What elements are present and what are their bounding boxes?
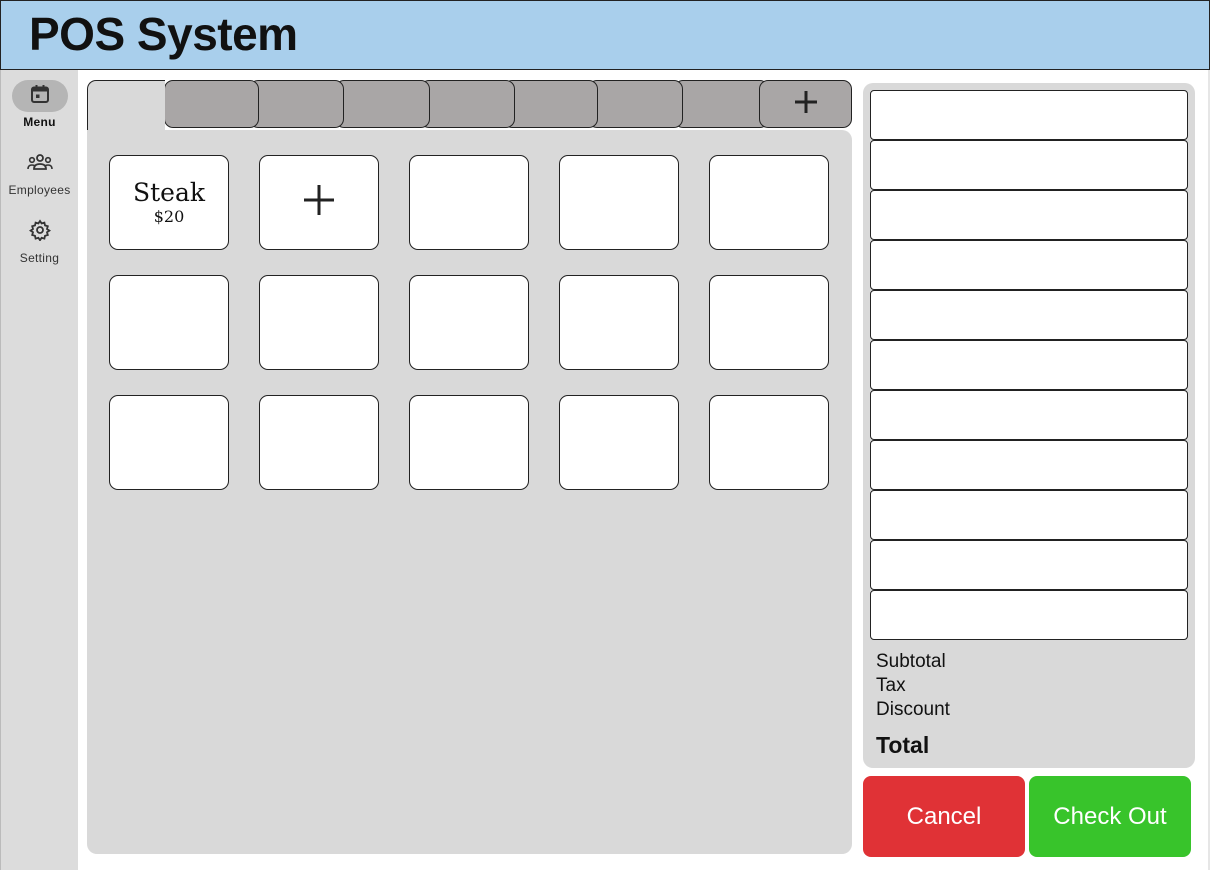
menu-item-slot[interactable] bbox=[109, 395, 229, 490]
menu-item-slot[interactable] bbox=[259, 395, 379, 490]
sidebar: Menu Employees Setting bbox=[0, 70, 78, 870]
tax-label: Tax bbox=[876, 675, 906, 696]
category-tab[interactable] bbox=[503, 80, 598, 128]
menu-item-slot[interactable] bbox=[259, 275, 379, 370]
category-tab[interactable] bbox=[674, 80, 769, 128]
app-title: POS System bbox=[29, 8, 298, 60]
menu-item-slot[interactable] bbox=[559, 155, 679, 250]
menu-item-slot[interactable] bbox=[709, 395, 829, 490]
menu-item-slot[interactable] bbox=[409, 395, 529, 490]
category-tab[interactable] bbox=[249, 80, 344, 128]
add-menu-item-button[interactable] bbox=[259, 155, 379, 250]
subtotal-label: Subtotal bbox=[876, 651, 946, 672]
menu-item-slot[interactable] bbox=[709, 155, 829, 250]
menu-item-slot[interactable] bbox=[409, 155, 529, 250]
menu-item-price: $20 bbox=[153, 206, 185, 226]
calendar-icon bbox=[30, 84, 50, 109]
discount-label: Discount bbox=[876, 699, 950, 720]
order-line[interactable] bbox=[870, 540, 1188, 590]
order-line[interactable] bbox=[870, 440, 1188, 490]
sidebar-item-label: Setting bbox=[19, 251, 60, 265]
add-category-tab[interactable] bbox=[759, 80, 852, 128]
category-tab[interactable] bbox=[335, 80, 430, 128]
menu-item-slot[interactable] bbox=[709, 275, 829, 370]
order-line[interactable] bbox=[870, 390, 1188, 440]
cancel-button[interactable]: Cancel bbox=[863, 776, 1025, 857]
category-tab[interactable] bbox=[420, 80, 515, 128]
order-line[interactable] bbox=[870, 590, 1188, 640]
gear-icon bbox=[28, 218, 51, 246]
menu-item-name: Steak bbox=[132, 177, 206, 207]
plus-icon bbox=[302, 183, 336, 222]
order-line[interactable] bbox=[870, 90, 1188, 140]
sidebar-item-label: Employees bbox=[8, 183, 71, 197]
menu-item-steak[interactable]: Steak $20 bbox=[109, 155, 229, 250]
menu-item-slot[interactable] bbox=[559, 275, 679, 370]
employees-icon bbox=[26, 152, 53, 177]
category-tab[interactable] bbox=[588, 80, 683, 128]
app-header: POS System bbox=[0, 0, 1210, 70]
sidebar-item-label: Menu bbox=[23, 115, 56, 129]
sidebar-item-menu[interactable]: Menu bbox=[1, 80, 78, 129]
category-tab-active[interactable] bbox=[87, 80, 165, 130]
order-line[interactable] bbox=[870, 290, 1188, 340]
category-tab[interactable] bbox=[164, 80, 259, 128]
menu-item-slot[interactable] bbox=[409, 275, 529, 370]
plus-icon bbox=[793, 89, 819, 120]
menu-item-slot[interactable] bbox=[559, 395, 679, 490]
order-line[interactable] bbox=[870, 190, 1188, 240]
total-label: Total bbox=[876, 732, 930, 758]
order-line[interactable] bbox=[870, 240, 1188, 290]
order-line[interactable] bbox=[870, 490, 1188, 540]
menu-item-slot[interactable] bbox=[109, 275, 229, 370]
sidebar-item-setting[interactable]: Setting bbox=[1, 216, 78, 265]
sidebar-item-employees[interactable]: Employees bbox=[1, 148, 78, 197]
checkout-button[interactable]: Check Out bbox=[1029, 776, 1191, 857]
order-line[interactable] bbox=[870, 340, 1188, 390]
order-line[interactable] bbox=[870, 140, 1188, 190]
